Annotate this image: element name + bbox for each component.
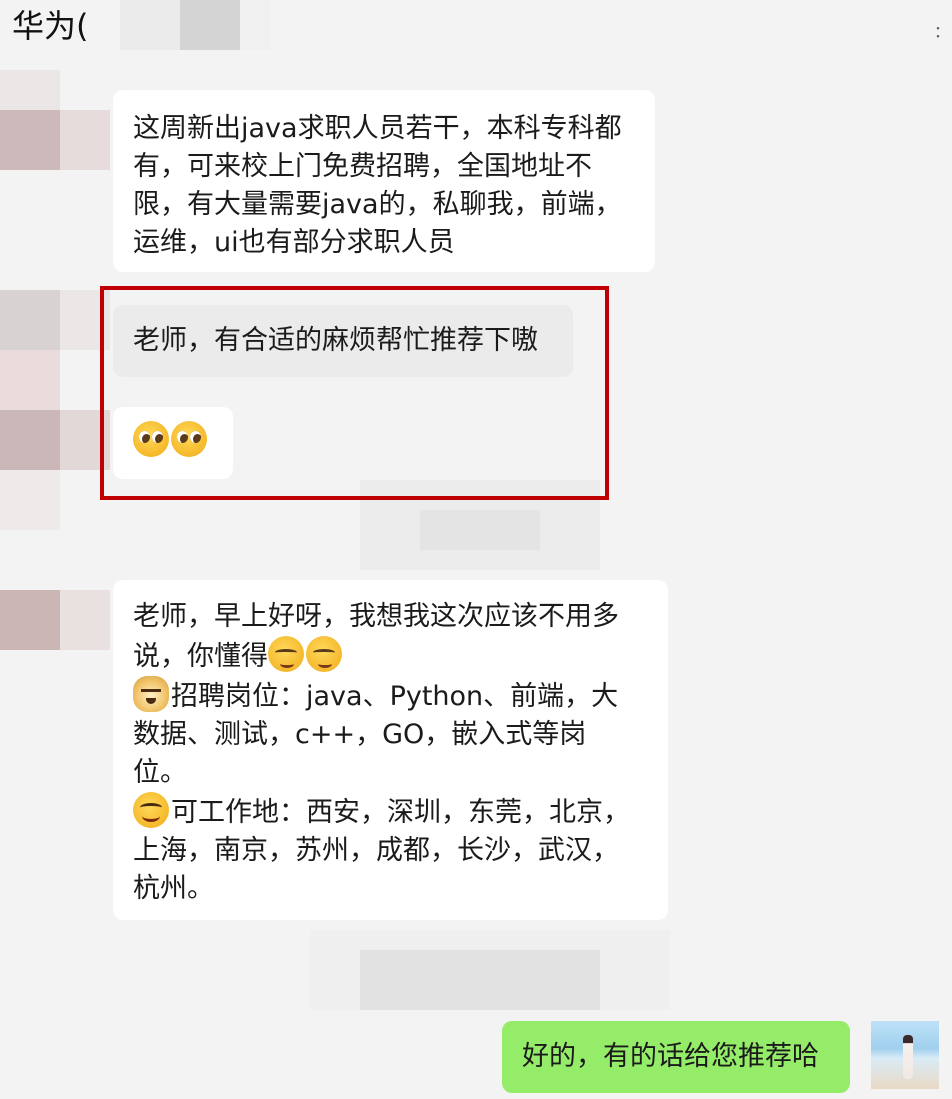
smirk-face-icon xyxy=(268,636,304,672)
message-text: 位。 xyxy=(133,757,187,788)
redacted-avatar xyxy=(0,110,60,170)
redacted-avatar xyxy=(0,410,60,470)
message-text: 说，你懂得 xyxy=(133,641,268,672)
avatar-figure xyxy=(903,1035,913,1079)
message-text: 这周新出java求职人员若干，本科专科都 xyxy=(133,113,622,144)
redacted-avatar xyxy=(0,350,60,410)
message-bubble[interactable]: 这周新出java求职人员若干，本科专科都 有，可来校上门免费招聘，全国地址不 限… xyxy=(113,90,655,272)
message-text: 上海，南京，苏州，成都，长沙，武汉， xyxy=(133,835,619,866)
message-text: 杭州。 xyxy=(133,873,214,904)
more-icon[interactable]: ： xyxy=(934,18,950,42)
smirk-face-icon xyxy=(306,636,342,672)
message-bubble-self[interactable]: 好的，有的话给您推荐哈 xyxy=(502,1021,850,1093)
chat-title: 华为( xyxy=(12,7,89,45)
redacted-avatar xyxy=(0,70,60,110)
redacted-timestamp xyxy=(420,510,540,550)
chat-header: 华为( ： xyxy=(0,0,952,60)
redacted-avatar xyxy=(0,470,60,530)
redacted-avatar xyxy=(60,590,110,650)
redacted-avatar xyxy=(0,590,60,650)
message-text: 有，可来校上门免费招聘，全国地址不 xyxy=(133,151,592,182)
doge-icon xyxy=(133,676,169,712)
message-text: 限，有大量需要java的，私聊我，前端， xyxy=(133,189,622,220)
message-text: 可工作地：西安，深圳，东莞，北京， xyxy=(171,797,630,828)
smile-face-icon xyxy=(133,792,169,828)
message-text: 运维，ui也有部分求职人员 xyxy=(133,227,455,258)
highlight-box xyxy=(100,286,609,500)
redacted-avatar xyxy=(60,110,110,170)
redacted-timestamp xyxy=(360,950,600,1010)
message-text: 招聘岗位：java、Python、前端，大 xyxy=(171,681,619,712)
redacted-avatar xyxy=(0,290,60,350)
message-bubble[interactable]: 老师，早上好呀，我想我这次应该不用多 说，你懂得 招聘岗位：java、Pytho… xyxy=(113,580,668,920)
message-text: 好的，有的话给您推荐哈 xyxy=(522,1041,819,1072)
redacted-block xyxy=(240,0,270,50)
redacted-block xyxy=(120,0,180,50)
redacted-block xyxy=(180,0,240,50)
avatar[interactable] xyxy=(871,1021,939,1089)
message-text: 数据、测试，c++，GO，嵌入式等岗 xyxy=(133,719,587,750)
message-text: 老师，早上好呀，我想我这次应该不用多 xyxy=(133,601,619,632)
